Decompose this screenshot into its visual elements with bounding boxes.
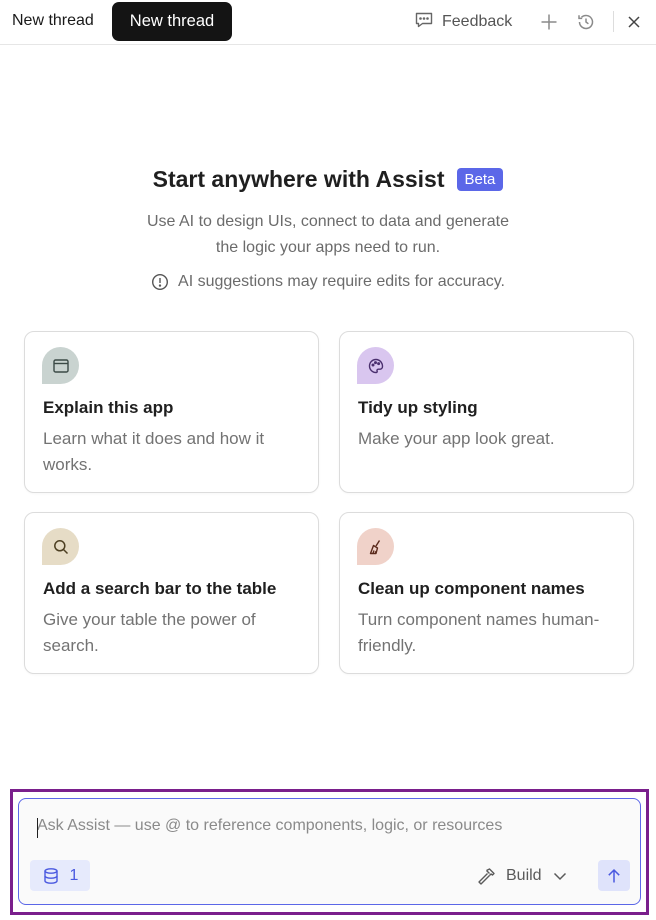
card-icon-badge (357, 347, 394, 384)
palette-icon (368, 358, 383, 373)
chevron-down-icon (553, 872, 566, 881)
suggestion-card-tidy-styling[interactable]: Tidy up styling Make your app look great… (339, 331, 634, 493)
beta-badge: Beta (456, 168, 504, 191)
card-icon-badge (357, 528, 394, 565)
app-window-icon (52, 358, 69, 373)
database-icon (43, 867, 58, 884)
feedback-button[interactable]: Feedback (414, 10, 512, 34)
composer: 1 Build (18, 798, 641, 905)
resource-count: 1 (69, 866, 79, 884)
card-icon-badge (42, 347, 79, 384)
prompt-input[interactable] (37, 817, 627, 835)
history-button[interactable] (574, 10, 598, 34)
suggestion-card-add-search-bar[interactable]: Add a search bar to the table Give your … (24, 512, 319, 674)
card-title: Clean up component names (358, 579, 585, 598)
suggestion-card-explain-app[interactable]: Explain this app Learn what it does and … (24, 331, 319, 493)
hero-description-line-1: Use AI to design UIs, connect to data an… (146, 213, 509, 230)
hero-description-line-2: the logic your apps need to run. (215, 239, 441, 256)
close-button[interactable] (622, 10, 646, 34)
accuracy-warning: AI suggestions may require edits for acc… (0, 273, 656, 291)
feedback-label: Feedback (442, 13, 513, 30)
card-description: Learn what it does and how it works. (43, 429, 265, 474)
header-divider (613, 11, 614, 32)
card-description: Make your app look great. (358, 429, 555, 448)
history-icon (578, 14, 594, 30)
card-description: Turn component names human-friendly. (358, 610, 600, 655)
new-thread-tooltip: New thread (112, 2, 232, 41)
resources-button[interactable]: 1 (30, 860, 90, 891)
mode-label: Build (506, 867, 542, 884)
hero-description: Use AI to design UIs, connect to data an… (0, 209, 656, 261)
plus-icon (541, 14, 557, 30)
accuracy-warning-text: AI suggestions may require edits for acc… (178, 273, 505, 290)
feedback-icon (414, 10, 434, 35)
new-thread-button[interactable] (537, 10, 561, 34)
card-title: Explain this app (43, 398, 174, 417)
arrow-up-icon (608, 868, 620, 882)
card-description: Give your table the power of search. (43, 610, 256, 655)
card-icon-badge (42, 528, 79, 565)
broom-icon (369, 539, 380, 554)
close-icon (628, 16, 640, 28)
suggestion-card-clean-names[interactable]: Clean up component names Turn component … (339, 512, 634, 674)
text-caret (37, 818, 38, 838)
header-bar: New thread New thread Feedback (0, 0, 656, 45)
info-icon (152, 273, 169, 291)
hammer-icon (478, 868, 495, 885)
card-title: Tidy up styling (358, 398, 478, 417)
search-icon (53, 539, 68, 554)
thread-title: New thread (12, 12, 94, 29)
hero-heading: Start anywhere with Assist Beta (0, 166, 656, 193)
hero-title: Start anywhere with Assist (152, 166, 445, 192)
mode-select[interactable]: Build (477, 863, 569, 889)
send-button[interactable] (598, 860, 630, 891)
card-title: Add a search bar to the table (43, 579, 277, 598)
